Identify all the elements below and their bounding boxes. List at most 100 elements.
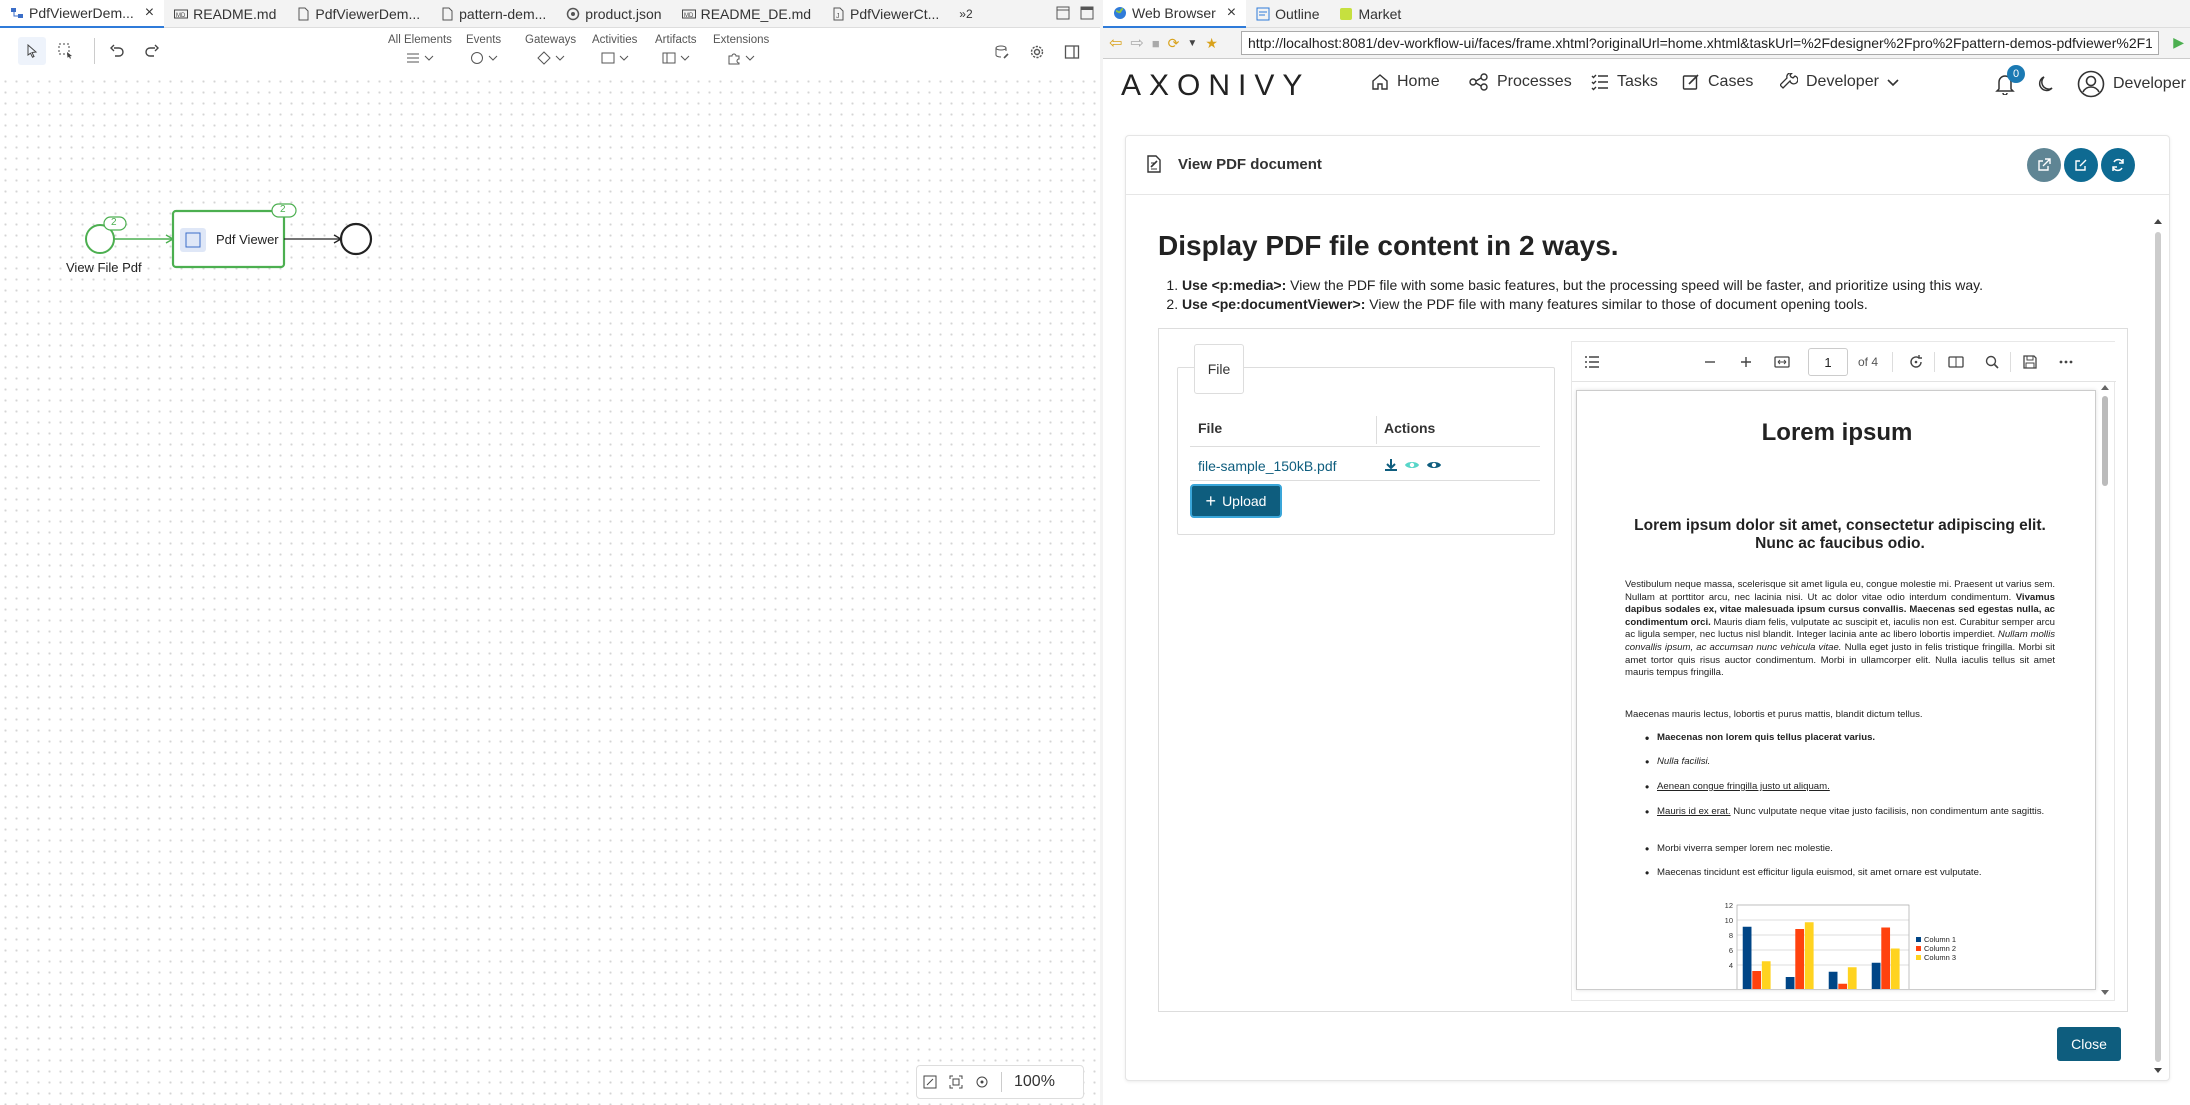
viewer-scrollbar[interactable] [2098,382,2112,1002]
refresh-task-button[interactable] [2101,148,2135,182]
page-layout-icon[interactable] [1948,354,1964,370]
page-number: 1 [1824,354,1832,370]
palette-extensions[interactable]: Extensions [713,34,769,66]
home-icon [1372,74,1388,90]
more-options-icon[interactable] [2058,354,2074,370]
toggle-inscription-button[interactable] [1058,38,1086,66]
nav-home[interactable]: Home [1371,73,1440,91]
minimize-icon[interactable] [1056,6,1070,20]
notifications-button[interactable]: 0 [1995,65,2025,95]
save-icon[interactable] [2022,354,2038,370]
editor-tab-readme[interactable]: MD README.md [164,0,286,28]
end-event[interactable] [339,222,373,256]
close-icon[interactable]: × [145,4,154,22]
chart-legend-label: Column 1 [1924,935,1956,944]
notification-count: 0 [2007,65,2025,83]
nav-developer[interactable]: Developer [1780,73,1899,91]
user-menu[interactable]: Developer [2077,70,2186,98]
palette-label: All Elements [388,34,452,46]
task-badge-count: 2 [280,204,286,215]
task-card: View PDF document Display PDF file conte… [1125,135,2170,1081]
chart-y-tick-label: 8 [1729,931,1733,940]
nav-label: Processes [1497,73,1572,90]
editor-tab-label: README_DE.md [700,5,812,22]
nav-processes[interactable]: Processes [1469,73,1572,91]
page-scrollbar[interactable] [2151,216,2165,1078]
marquee-tool-button[interactable] [52,37,80,65]
more-tabs-button[interactable]: »2 [949,0,982,28]
gateway-diamond-icon [536,51,551,65]
maximize-icon[interactable] [1080,6,1094,20]
pdf-title: Lorem ipsum [1761,419,1913,446]
zoom-level[interactable]: 100% [1014,1073,1055,1091]
palette-artifacts[interactable]: Artifacts [655,34,697,66]
forward-arrow-icon[interactable]: ⇨ [1130,33,1143,53]
palette-activities[interactable]: Activities [592,34,637,66]
zoom-out-icon[interactable] [1702,354,1718,370]
editor-tab-pdfviewerdemo-2[interactable]: PdfViewerDem... [286,0,430,28]
tab-market[interactable]: Market [1329,0,1411,28]
close-icon[interactable]: × [1227,4,1236,22]
axonivy-logo[interactable]: AXONIVY [1121,69,1310,103]
search-icon[interactable] [1984,354,2000,370]
browser-tab-bar: Web Browser × Outline Market [1103,0,2190,28]
dropdown-icon[interactable]: ▼ [1187,38,1197,49]
fit-to-screen-icon[interactable] [949,1075,963,1089]
editor-tab-pattern-demos[interactable]: pattern-dem... [430,0,556,28]
moon-icon [2038,76,2053,92]
bookmark-icon[interactable]: ★ [1205,35,1218,52]
nav-cases[interactable]: Cases [1682,73,1753,91]
palette-all-elements[interactable]: All Elements [388,34,452,66]
palette-label: Artifacts [655,34,697,46]
settings-button[interactable] [1023,38,1051,66]
refresh-icon[interactable]: ⟳ [1168,35,1180,52]
palette-events[interactable]: Events [466,34,501,66]
fit-width-icon[interactable] [1774,354,1790,370]
pdf-text: Maecenas mauris lectus, lobortis et puru… [1625,709,1923,720]
redo-button[interactable] [138,37,166,65]
svg-text:MD: MD [176,13,186,19]
editor-tab-pdfviewerdemo[interactable]: PdfViewerDem... × [0,0,165,28]
edit-task-button[interactable] [2064,148,2098,182]
pdf-paragraph: Maecenas mauris lectus, lobortis et puru… [1625,709,2055,722]
open-external-button[interactable] [2027,148,2061,182]
tab-web-browser[interactable]: Web Browser × [1103,0,1247,28]
pdf-text-underline: Mauris id ex erat. [1657,806,1731,817]
pdf-bullet: Morbi viverra semper lorem nec molestie. [1645,843,2057,856]
back-arrow-icon[interactable]: ⇦ [1109,33,1122,53]
editor-tab-readme-de[interactable]: MD README_DE.md [672,0,821,28]
pointer-icon [27,44,38,58]
data-class-button[interactable] [988,38,1016,66]
editor-toolbar: All Elements Events Gateways Activities … [0,28,1100,76]
rotate-icon[interactable] [1908,354,1924,370]
editor-tab-product-json[interactable]: product.json [556,0,671,28]
origin-view-icon[interactable] [923,1075,937,1089]
go-icon[interactable]: ▶ [2173,34,2184,51]
zoom-in-icon[interactable] [1738,354,1754,370]
workflow-nav-bar: AXONIVY Home Processes Tasks Cases Devel… [1103,59,2190,109]
close-button[interactable]: Close [2057,1027,2121,1061]
chevron-down-icon [424,55,434,61]
menu-icon [406,53,419,63]
view-eye-icon[interactable] [1426,459,1442,471]
toggle-outline-icon[interactable] [1584,354,1600,370]
pdf-bullet: Maecenas non lorem quis tellus placerat … [1645,732,2057,745]
file-name-link[interactable]: file-sample_150kB.pdf [1198,458,1337,474]
page-number-input[interactable]: 1 [1808,348,1848,376]
palette-gateways[interactable]: Gateways [525,34,576,66]
undo-button[interactable] [103,37,131,65]
process-canvas[interactable]: 2 2 Pdf Viewer View File Pdf 100% [0,76,1100,1105]
preview-eye-icon[interactable] [1404,459,1420,471]
nav-tasks[interactable]: Tasks [1591,73,1658,91]
file-legend: File [1194,344,1244,394]
download-icon[interactable] [1384,458,1398,472]
editor-tab-pdfviewerctrl[interactable]: J PdfViewerCt... [821,0,949,28]
url-input[interactable] [1241,31,2159,55]
theme-toggle-button[interactable] [2036,74,2056,94]
select-tool-button[interactable] [18,37,46,65]
stop-icon[interactable]: ■ [1152,36,1160,51]
pdf-bullet: Nulla facilisi. [1645,756,2057,769]
center-icon[interactable] [975,1075,989,1089]
upload-button[interactable]: + Upload [1190,484,1282,518]
tab-outline[interactable]: Outline [1246,0,1329,28]
